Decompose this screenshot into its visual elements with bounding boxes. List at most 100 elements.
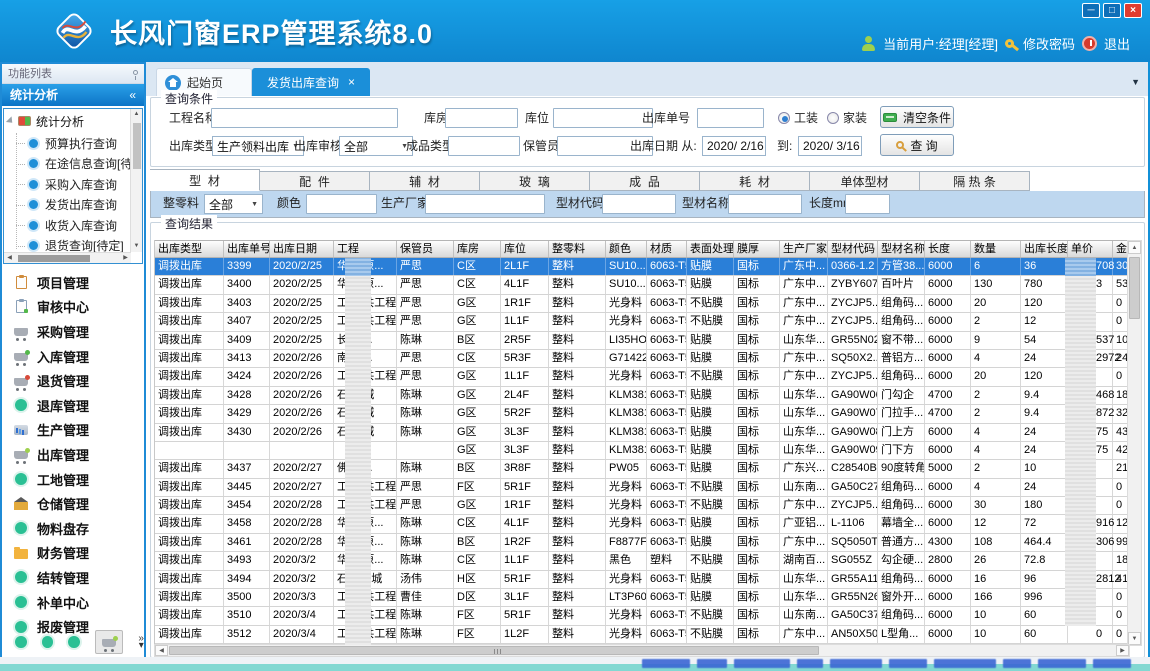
column-header[interactable]: 膜厚 — [734, 241, 780, 257]
quick-dot-button[interactable] — [68, 636, 80, 648]
tree-item[interactable]: 在途信息查询[待 — [4, 154, 142, 175]
sidebar-menu-item[interactable]: 物料盘存 — [4, 516, 142, 541]
sidebar-menu-item[interactable]: 工地管理 — [4, 467, 142, 492]
outbound-type-select[interactable]: 生产领料出库▼ — [212, 136, 304, 156]
whole-piece-select[interactable]: 全部▼ — [204, 194, 263, 214]
length-input[interactable] — [845, 194, 890, 214]
column-header[interactable]: 型材代码 — [828, 241, 878, 257]
table-row[interactable]: 调拨出库34282020/2/26石 城陈琳G区2L4F整料KLM3817606… — [155, 387, 1131, 405]
collapse-icon[interactable]: « — [129, 84, 136, 106]
tree-root[interactable]: 统计分析 — [4, 109, 142, 133]
pin-icon[interactable] — [133, 70, 138, 75]
sidebar-menu-item[interactable]: 审核中心 — [4, 295, 142, 320]
section-header[interactable]: 统计分析 « — [2, 84, 144, 106]
column-header[interactable]: 出库单号 — [224, 241, 270, 257]
column-header[interactable]: 型材名称 — [878, 241, 925, 257]
column-header[interactable]: 保管员 — [397, 241, 454, 257]
column-header[interactable]: 出库日期 — [270, 241, 334, 257]
sidebar-menu-item[interactable]: 财务管理 — [4, 541, 142, 566]
table-row[interactable]: 调拨出库33992020/2/25华 原...严思C区2L1F整料SU10...… — [155, 258, 1131, 276]
sidebar-menu-item[interactable]: 补单中心 — [4, 590, 142, 615]
sidebar-menu-item[interactable]: 结转管理 — [4, 565, 142, 590]
date-from-picker[interactable]: 2020/ 2/16▼ — [702, 136, 766, 156]
scroll-left-icon[interactable]: ◀ — [4, 253, 15, 264]
table-row[interactable]: 调拨出库34002020/2/25华 原...严思C区4L1F整料SU10...… — [155, 276, 1131, 294]
material-tab[interactable]: 成 品 — [590, 171, 700, 191]
sidebar-menu-item[interactable]: 生产管理 — [4, 418, 142, 443]
quick-dot-button[interactable] — [42, 636, 54, 648]
tree-item[interactable]: 收货入库查询 — [4, 215, 142, 236]
table-row[interactable]: 调拨出库34932020/3/2华 原...陈琳C区1L1F整料黑色塑料不贴膜国… — [155, 552, 1131, 570]
column-header[interactable]: 库房 — [454, 241, 501, 257]
material-tab[interactable]: 单体型材 — [810, 171, 920, 191]
table-row[interactable]: 调拨出库34372020/2/27佛 ...陈琳B区3R8F整料PW056063… — [155, 460, 1131, 478]
table-row[interactable]: 调拨出库34542020/2/28工 共工程严思G区1R1F整料光身料6063-… — [155, 497, 1131, 515]
quick-cart-button[interactable] — [95, 630, 124, 654]
tree-horizontal-scrollbar[interactable]: ◀ ▶ — [4, 252, 131, 263]
change-password-link[interactable]: 修改密码 — [1023, 34, 1075, 53]
column-header[interactable]: 出库长度 — [1021, 241, 1068, 257]
scrollbar-thumb[interactable] — [1129, 257, 1140, 319]
scroll-up-icon[interactable]: ▲ — [1128, 241, 1141, 254]
warehouse-input[interactable] — [445, 108, 518, 128]
logout-link[interactable]: 退出 — [1104, 34, 1130, 53]
expander-icon[interactable] — [6, 116, 15, 125]
tab-overflow-arrow-icon[interactable]: ▼ — [1131, 77, 1140, 87]
table-row[interactable]: 调拨出库34242020/2/26工 共工程严思G区1L1F整料光身料6063-… — [155, 368, 1131, 386]
table-row[interactable]: 调拨出库34132020/2/26南 ...严思C区5R3F整料G7142260… — [155, 350, 1131, 368]
material-tab[interactable]: 玻 璃 — [480, 171, 590, 191]
tree-item[interactable]: 预算执行查询 — [4, 133, 142, 154]
product-type-input[interactable] — [448, 136, 520, 156]
radio-gongzhuang[interactable] — [778, 112, 790, 124]
close-button[interactable] — [1124, 3, 1142, 18]
outbound-audit-select[interactable]: 全部▼ — [339, 136, 413, 156]
table-row[interactable]: 调拨出库34302020/2/26石 城陈琳G区3L3F整料KLM3817606… — [155, 424, 1131, 442]
column-header[interactable]: 数量 — [971, 241, 1021, 257]
material-tab[interactable]: 耗 材 — [700, 171, 810, 191]
project-name-input[interactable] — [211, 108, 398, 128]
column-header[interactable]: 工程 — [334, 241, 397, 257]
table-row[interactable]: G区3L3F整料KLM38176063-T5贴膜国标山东华...GA90W09.… — [155, 442, 1131, 460]
column-header[interactable]: 材质 — [647, 241, 687, 257]
sidebar-menu-item[interactable]: 入库管理 — [4, 344, 142, 369]
tree-item[interactable]: 采购入库查询 — [4, 174, 142, 195]
table-row[interactable]: 调拨出库34942020/3/2石 辉城汤伟H区5R1F整料光身料6063-T5… — [155, 571, 1131, 589]
material-tab[interactable]: 辅 材 — [370, 171, 480, 191]
maximize-button[interactable] — [1103, 3, 1121, 18]
scroll-down-icon[interactable]: ▼ — [131, 241, 142, 252]
table-row[interactable]: 调拨出库34032020/2/25工 共工程严思G区1R1F整料光身料6063-… — [155, 295, 1131, 313]
column-header[interactable]: 出库类型 — [155, 241, 224, 257]
material-tab[interactable]: 型 材 — [150, 169, 260, 191]
scrollbar-thumb[interactable] — [169, 646, 819, 655]
sidebar-menu-item[interactable]: 采购管理 — [4, 319, 142, 344]
table-row[interactable]: 调拨出库34612020/2/28华 原...陈琳B区1R2F整料F8877FT… — [155, 534, 1131, 552]
menu-overflow-button[interactable]: »▾ — [138, 635, 144, 649]
column-header[interactable]: 颜色 — [606, 241, 647, 257]
scrollbar-thumb[interactable] — [133, 123, 141, 169]
column-header[interactable]: 整零料 — [549, 241, 606, 257]
clear-conditions-button[interactable]: 清空条件 — [880, 106, 954, 128]
table-row[interactable]: 调拨出库34072020/2/25工 共工程严思G区1L1F整料光身料6063-… — [155, 313, 1131, 331]
sidebar-menu-item[interactable]: 项目管理 — [4, 270, 142, 295]
material-tab[interactable]: 隔 热 条 — [920, 171, 1030, 191]
quick-dot-button[interactable] — [15, 636, 27, 648]
scroll-left-icon[interactable]: ◀ — [155, 645, 168, 656]
close-tab-icon[interactable]: × — [348, 75, 355, 89]
table-row[interactable]: 调拨出库34292020/2/26石 城陈琳G区5R2F整料KLM3817606… — [155, 405, 1131, 423]
column-header[interactable]: 长度 — [925, 241, 971, 257]
location-input[interactable] — [553, 108, 653, 128]
column-header[interactable]: 单价 — [1068, 241, 1113, 257]
column-header[interactable]: 库位 — [501, 241, 549, 257]
scroll-up-icon[interactable]: ▲ — [131, 109, 142, 120]
scroll-right-icon[interactable]: ▶ — [120, 253, 131, 264]
material-tab[interactable]: 配 件 — [260, 171, 370, 191]
table-horizontal-scrollbar[interactable]: ◀ ▶ — [154, 644, 1130, 657]
table-row[interactable]: 调拨出库35002020/3/3工 共工程曹佳D区3L1F整料LT3P60606… — [155, 589, 1131, 607]
sidebar-menu-item[interactable]: 仓储管理 — [4, 491, 142, 516]
table-row[interactable]: 调拨出库34582020/2/28华 原...陈琳C区4L1F整料光身料6063… — [155, 515, 1131, 533]
tree-vertical-scrollbar[interactable]: ▲ ▼ — [130, 109, 142, 252]
profile-name-input[interactable] — [728, 194, 802, 214]
scrollbar-thumb[interactable] — [18, 255, 90, 262]
table-row[interactable]: 调拨出库34092020/2/25长 ...陈琳B区2R5F整料LI35HO60… — [155, 332, 1131, 350]
manufacturer-input[interactable] — [425, 194, 545, 214]
